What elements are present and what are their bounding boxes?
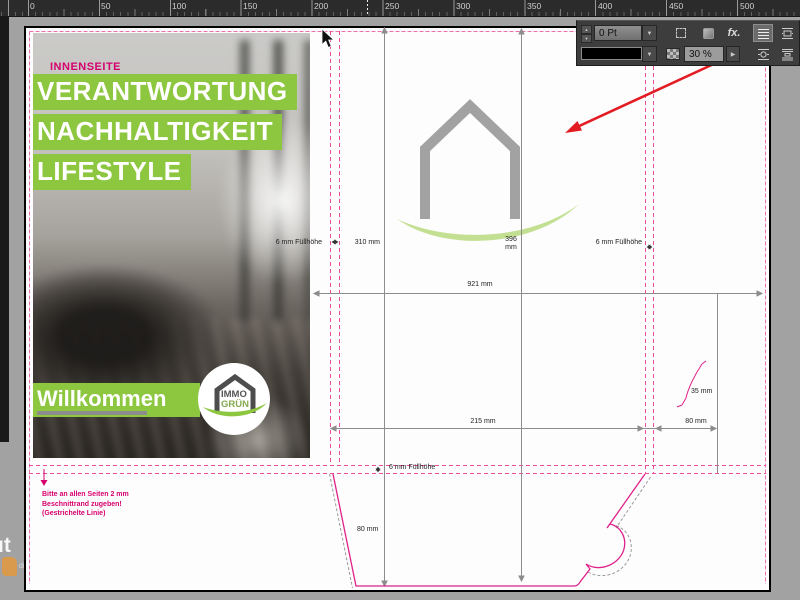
stroke-color-swatch[interactable] <box>581 47 642 60</box>
bleed-note-line: (Gestrichelte Linie) <box>42 510 106 517</box>
ruler-label: 450 <box>669 1 684 11</box>
watermark-logo-fragment <box>2 557 17 576</box>
application-window: ut di INNENSEITE VERANTWORTUNG NACHHALTI… <box>0 0 800 600</box>
headline-block: VERANTWORTUNG NACHHALTIGKEIT LIFESTYLE <box>33 74 297 190</box>
left-dock-strip <box>0 16 9 442</box>
opacity-apply-icon[interactable]: ▶ <box>726 46 740 62</box>
bleed-note: Bitte an allen Seiten 2 mm Beschnittrand… <box>42 490 129 519</box>
swatch-dropdown-icon[interactable]: ▼ <box>642 46 657 62</box>
transparency-checker-icon[interactable] <box>666 48 680 60</box>
no-text-wrap-icon[interactable] <box>753 24 773 42</box>
bleed-note-line: Beschnittrand zugeben! <box>42 500 122 508</box>
ruler-position-marker <box>367 0 368 16</box>
ruler-label: 50 <box>101 1 111 11</box>
measure-215: 215 mm <box>470 418 496 425</box>
opacity-field[interactable]: 30 % <box>684 46 724 62</box>
measure-80-bottom: 80 mm <box>357 526 379 533</box>
headline-bar: NACHHALTIGKEIT <box>33 114 283 150</box>
measure-fill-bottom: 6 mm Füllhöhe <box>389 464 436 471</box>
wrap-bounding-box-icon[interactable] <box>777 24 797 42</box>
bleed-note-line: Bitte an allen Seiten 2 mm <box>42 491 129 498</box>
headline-bar: LIFESTYLE <box>33 154 191 190</box>
kicker-label: INNENSEITE <box>50 61 122 73</box>
measure-310: 310 mm <box>354 239 380 246</box>
ruler-label: 400 <box>598 1 613 11</box>
measure-80-right: 80 mm <box>685 418 707 425</box>
ruler-label: 200 <box>314 1 329 11</box>
ruler-label: 100 <box>172 1 187 11</box>
measure-396-unit: mm <box>505 244 517 251</box>
wrap-object-shape-icon[interactable] <box>753 45 773 63</box>
headline-bar: VERANTWORTUNG <box>33 74 297 110</box>
watermark-text: ut <box>0 534 11 557</box>
jump-object-icon[interactable] <box>777 45 797 63</box>
stroke-style-icon[interactable] <box>672 25 690 41</box>
stepper-down-icon[interactable]: ▼ <box>581 34 592 43</box>
ruler-label: 500 <box>740 1 755 11</box>
measure-fill-left: 6 mm Füllhöhe <box>275 239 322 246</box>
measure-total-width: 921 mm <box>467 281 493 288</box>
ruler-label: 250 <box>385 1 400 11</box>
immogruen-logo-icon: IMMO GRÜN <box>203 373 267 417</box>
measure-35: 35 mm <box>691 388 713 395</box>
stepper-up-icon[interactable]: ▲ <box>581 25 592 34</box>
welcome-underline <box>37 411 147 415</box>
stroke-weight-field[interactable]: 0 Pt <box>594 25 642 41</box>
drop-shadow-icon[interactable] <box>699 25 717 41</box>
stroke-weight-stepper[interactable]: ▲ ▼ <box>581 25 592 43</box>
immogruen-logo-badge: IMMO GRÜN <box>198 363 270 435</box>
control-panel: ▲ ▼ 0 Pt ▼ fx. ▼ 30 % ▶ <box>576 20 800 66</box>
stroke-weight-dropdown-icon[interactable]: ▼ <box>642 25 657 41</box>
welcome-band: Willkommen <box>33 383 200 417</box>
effects-fx-button[interactable]: fx. <box>723 25 745 41</box>
measure-fill-right: 6 mm Füllhöhe <box>595 239 642 246</box>
ruler-label: 300 <box>456 1 471 11</box>
measure-396-value: 396 <box>505 236 517 243</box>
mouse-cursor-icon <box>321 28 335 49</box>
ruler-label: 150 <box>243 1 258 11</box>
ruler-label: 0 <box>30 1 35 11</box>
ruler-label: 350 <box>527 1 542 11</box>
logo-text-gruen: GRÜN <box>221 399 249 410</box>
horizontal-ruler: 0 50 100 150 200 250 300 350 400 450 500 <box>0 0 800 17</box>
welcome-text: Willkommen <box>37 386 167 411</box>
